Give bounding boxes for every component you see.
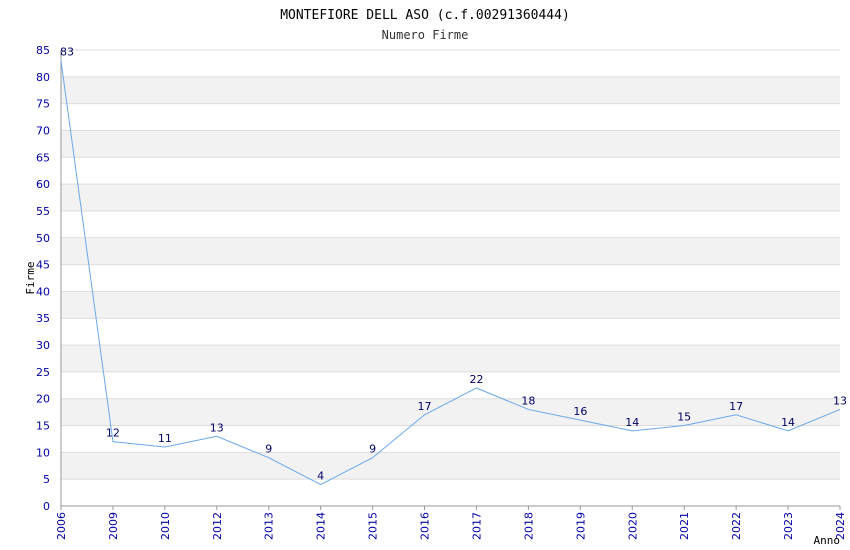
y-tick-label: 50: [36, 232, 50, 245]
x-tick-label: 2009: [107, 512, 120, 540]
grid-band: [61, 291, 840, 319]
grid-band: [61, 452, 840, 480]
data-label: 13: [210, 421, 224, 434]
y-tick-label: 25: [36, 366, 50, 379]
y-tick-label: 35: [36, 312, 50, 325]
grid-band: [61, 371, 840, 399]
data-label: 14: [781, 416, 795, 429]
grid-band: [61, 237, 840, 265]
data-label: 9: [265, 443, 272, 456]
x-tick-label: 2010: [159, 512, 172, 540]
grid-band: [61, 264, 840, 292]
grid-band: [61, 157, 840, 185]
grid-band: [61, 130, 840, 158]
x-tick-label: 2012: [211, 512, 224, 540]
y-axis-label: Firme: [24, 261, 37, 294]
data-label: 83: [60, 46, 74, 59]
data-label: 13: [833, 394, 847, 407]
data-label: 17: [729, 400, 743, 413]
grid-band: [61, 425, 840, 453]
y-tick-label: 80: [36, 71, 50, 84]
y-tick-label: 65: [36, 151, 50, 164]
x-tick-label: 2014: [315, 512, 328, 540]
data-label: 18: [521, 394, 535, 407]
y-tick-label: 55: [36, 205, 50, 218]
y-tick-label: 70: [36, 124, 50, 137]
grid-band: [61, 184, 840, 211]
grid-band: [61, 345, 840, 372]
plot-background-bands: [61, 50, 840, 506]
y-tick-label: 60: [36, 178, 50, 191]
x-tick-label: 2021: [678, 512, 691, 540]
grid-band: [61, 398, 840, 426]
x-tick-label: 2018: [522, 512, 535, 540]
grid-band: [61, 479, 840, 506]
data-label: 15: [677, 411, 691, 424]
y-tick-label: 10: [36, 446, 50, 459]
chart-title: MONTEFIORE DELL ASO (c.f.00291360444): [280, 8, 570, 23]
y-tick-label: 45: [36, 259, 50, 272]
x-tick-label: 2022: [730, 512, 743, 540]
data-label: 17: [418, 400, 432, 413]
y-tick-label: 75: [36, 98, 50, 111]
y-axis-ticks: 0 5 10 15 20 25 30 35 40 45 50 55 60 65 70 75 80 85: [36, 44, 50, 513]
data-label: 11: [158, 432, 172, 445]
x-tick-label: 2020: [626, 512, 639, 540]
y-tick-label: 20: [36, 393, 50, 406]
x-tick-label: 2006: [55, 512, 68, 540]
data-label: 9: [369, 443, 376, 456]
grid-band: [61, 50, 840, 77]
grid-band: [61, 76, 840, 104]
data-label: 12: [106, 427, 120, 440]
grid-band: [61, 318, 840, 346]
y-tick-label: 0: [43, 500, 50, 513]
y-tick-label: 5: [43, 473, 50, 486]
x-axis-label: Anno: [814, 534, 841, 547]
data-label: 22: [469, 373, 483, 386]
x-axis-ticks: 2006 2009 2010 2012 2013 2014 2015 2016 2017 2018…: [55, 506, 847, 540]
data-label: 16: [573, 405, 587, 418]
y-tick-label: 85: [36, 44, 50, 57]
x-tick-label: 2023: [782, 512, 795, 540]
y-tick-label: 15: [36, 420, 50, 433]
x-tick-label: 2013: [263, 512, 276, 540]
x-tick-label: 2017: [470, 512, 483, 540]
line-chart: 0510152025303540455055606570758085 2006 2…: [24, 8, 847, 547]
grid-band: [61, 210, 840, 238]
grid-band: [61, 103, 840, 131]
data-label: 14: [625, 416, 639, 429]
x-tick-label: 2019: [574, 512, 587, 540]
y-tick-label: 30: [36, 339, 50, 352]
x-tick-label: 2016: [419, 512, 432, 540]
y-tick-label: 40: [36, 285, 50, 298]
data-label: 4: [317, 470, 324, 483]
chart-subtitle: Numero Firme: [382, 28, 469, 42]
x-tick-label: 2015: [367, 512, 380, 540]
